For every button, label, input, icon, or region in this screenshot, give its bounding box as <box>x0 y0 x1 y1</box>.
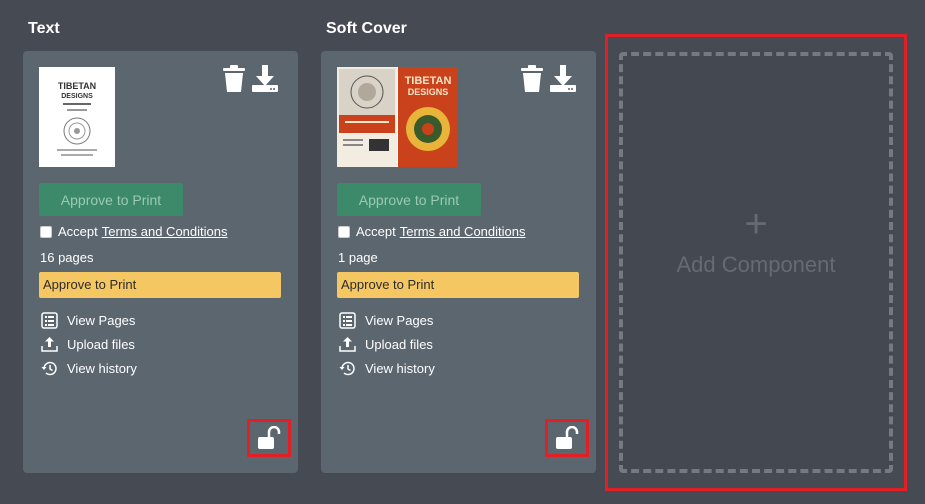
trash-icon[interactable] <box>221 65 247 93</box>
upload-files-label: Upload files <box>365 337 433 352</box>
download-icon[interactable] <box>252 65 278 93</box>
terms-link[interactable]: Terms and Conditions <box>102 224 228 239</box>
view-history-label: View history <box>67 361 137 376</box>
component-card-soft-cover: TIBETAN DESIGNS Approve to Print Accept … <box>321 51 596 473</box>
history-icon <box>41 361 57 376</box>
thumb-subheading: DESIGNS <box>61 93 93 100</box>
status-banner: Approve to Print <box>337 272 579 298</box>
soft-cover-thumbnail[interactable]: TIBETAN DESIGNS <box>337 67 458 167</box>
add-component-label: Add Component <box>676 251 836 277</box>
add-component-highlight: + Add Component <box>605 34 907 491</box>
upload-icon <box>41 337 58 352</box>
accept-terms-checkbox[interactable] <box>338 225 350 238</box>
approve-to-print-button[interactable]: Approve to Print <box>337 183 481 216</box>
cover-heading: TIBETAN <box>405 75 452 87</box>
approve-to-print-button[interactable]: Approve to Print <box>39 183 183 216</box>
cover-subheading: DESIGNS <box>408 87 449 97</box>
page-count: 16 pages <box>40 250 94 265</box>
status-banner: Approve to Print <box>39 272 281 298</box>
history-icon <box>339 361 355 376</box>
upload-files-link[interactable]: Upload files <box>339 336 433 353</box>
terms-link[interactable]: Terms and Conditions <box>400 224 526 239</box>
unlock-icon <box>556 426 579 449</box>
accept-terms-row: Accept Terms and Conditions <box>338 224 525 239</box>
download-icon[interactable] <box>550 65 576 93</box>
view-pages-link[interactable]: View Pages <box>41 312 135 329</box>
view-pages-label: View Pages <box>67 313 136 328</box>
upload-files-link[interactable]: Upload files <box>41 336 135 353</box>
accept-terms-checkbox[interactable] <box>40 225 52 238</box>
accept-terms-row: Accept Terms and Conditions <box>40 224 227 239</box>
page-count: 1 page <box>338 250 378 265</box>
unlock-toggle[interactable] <box>545 419 589 457</box>
component-card-text: TIBETAN DESIGNS Approve to Print Accept … <box>23 51 298 473</box>
view-pages-link[interactable]: View Pages <box>339 312 433 329</box>
view-pages-label: View Pages <box>365 313 434 328</box>
column-title-text: Text <box>28 20 60 37</box>
unlock-icon <box>258 426 281 449</box>
list-icon <box>41 312 58 329</box>
accept-label: Accept <box>356 224 396 239</box>
text-thumbnail[interactable]: TIBETAN DESIGNS <box>39 67 115 167</box>
trash-icon[interactable] <box>519 65 545 93</box>
list-icon <box>339 312 356 329</box>
column-title-soft-cover: Soft Cover <box>326 20 407 37</box>
upload-icon <box>339 337 356 352</box>
view-history-label: View history <box>365 361 435 376</box>
thumb-heading: TIBETAN <box>58 81 96 91</box>
view-history-link[interactable]: View history <box>41 360 137 377</box>
view-history-link[interactable]: View history <box>339 360 435 377</box>
accept-label: Accept <box>58 224 98 239</box>
add-component-button[interactable]: + Add Component <box>619 52 893 473</box>
unlock-toggle[interactable] <box>247 419 291 457</box>
plus-icon: + <box>744 201 768 246</box>
upload-files-label: Upload files <box>67 337 135 352</box>
